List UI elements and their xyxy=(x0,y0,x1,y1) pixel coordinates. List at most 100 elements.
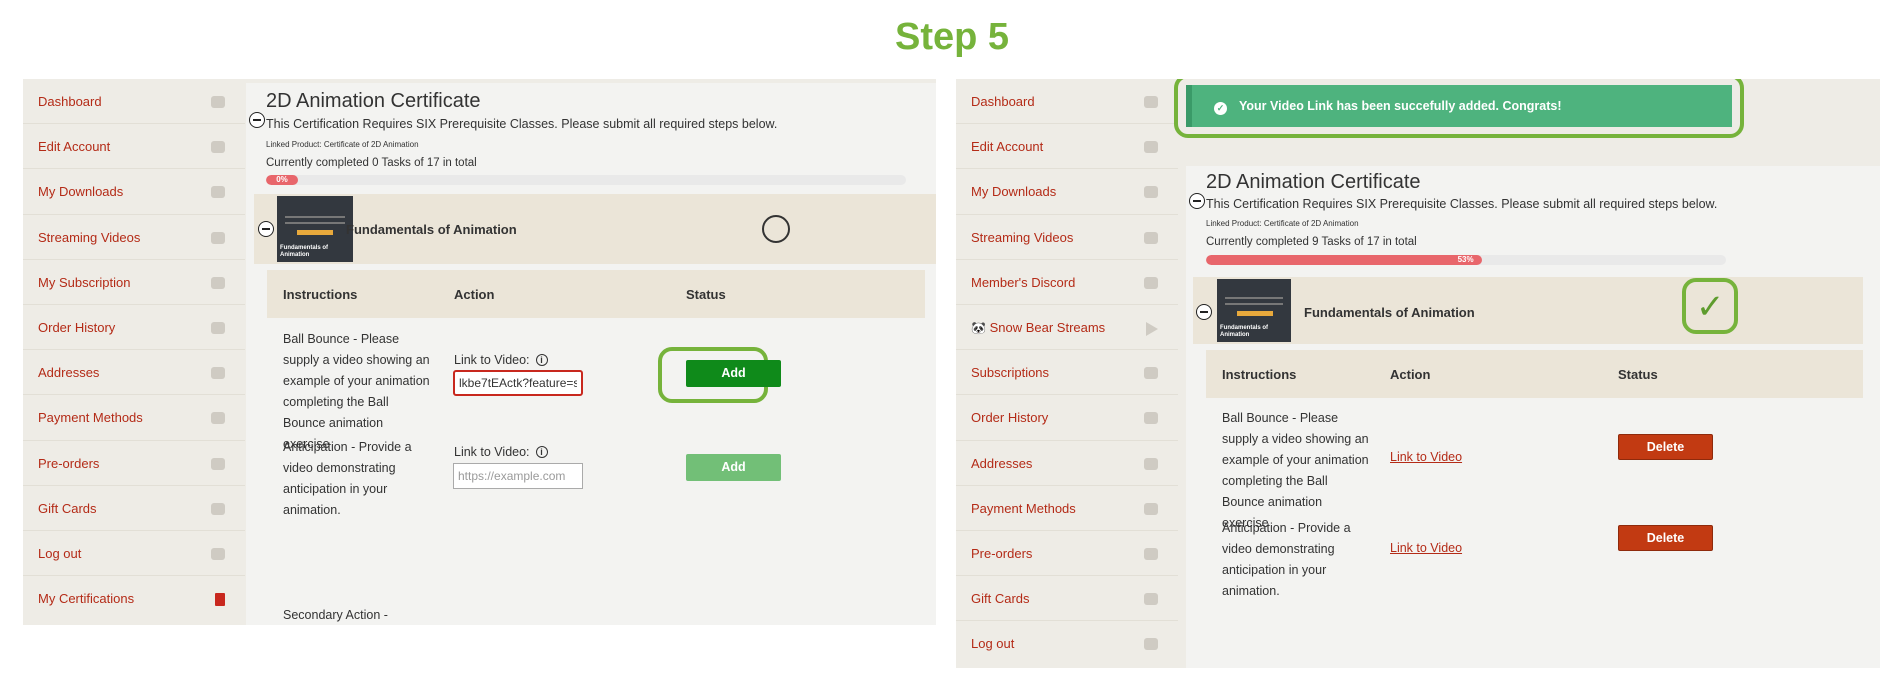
sidebar-item-member-s-discord[interactable]: Member's Discord xyxy=(956,260,1178,305)
sidebar-item-streaming-videos[interactable]: Streaming Videos xyxy=(956,215,1178,260)
product-thumbnail: Fundamentals of Animation xyxy=(277,196,353,262)
row-instructions: Ball Bounce - Please supply a video show… xyxy=(1222,411,1369,530)
sidebar-item-pre-orders[interactable]: Pre-orders xyxy=(23,441,245,486)
sidebar-item-label: My Certifications xyxy=(38,591,135,607)
product-name: Fundamentals of Animation xyxy=(346,222,517,237)
sidebar-item-label: Snow Bear Streams xyxy=(989,319,1106,335)
collapse-product-icon[interactable] xyxy=(1196,304,1212,320)
sidebar-item-label: Edit Account xyxy=(971,139,1044,155)
progress-fill: 53% xyxy=(1206,255,1482,265)
basket-icon xyxy=(211,321,225,334)
sidebar-item-payment-methods[interactable]: Payment Methods xyxy=(23,395,245,441)
sidebar-item-label: Member's Discord xyxy=(971,274,1076,290)
play-icon xyxy=(1146,321,1158,336)
sidebar-item-order-history[interactable]: Order History xyxy=(956,395,1178,441)
sidebar-item-label: My Subscription xyxy=(38,274,131,290)
sidebar-item-label: Dashboard xyxy=(38,94,102,109)
sidebar-item-streaming-videos[interactable]: Streaming Videos xyxy=(23,215,245,260)
alert-text: Your Video Link has been succefully adde… xyxy=(1239,99,1562,113)
sidebar-item-addresses[interactable]: Addresses xyxy=(956,441,1178,486)
success-alert: ✓ Your Video Link has been succefully add… xyxy=(1186,85,1732,127)
sidebar-item-subscriptions[interactable]: Subscriptions xyxy=(956,350,1178,396)
cert-description: This Certification Requires SIX Prerequi… xyxy=(1206,197,1718,211)
status-complete-icon: ✓ xyxy=(1696,288,1725,326)
home-icon xyxy=(211,367,225,380)
progress-bar: 53% xyxy=(1206,255,1726,265)
account-sidebar: Dashboard Edit Account My Downloads Streami… xyxy=(956,79,1178,666)
cloud-download-icon xyxy=(1144,186,1158,199)
header-action: Action xyxy=(454,287,495,302)
linked-product: Linked Product: Certificate of 2D Animat… xyxy=(1206,219,1359,228)
sidebar-item-my-downloads[interactable]: My Downloads xyxy=(23,169,245,215)
left-screenshot-panel: Dashboard Edit Account My Downloads Streami… xyxy=(23,79,936,625)
link-label: Link to Video: i xyxy=(454,445,548,459)
sidebar-item-label: Streaming Videos xyxy=(38,229,141,245)
collapse-product-icon[interactable] xyxy=(258,221,274,237)
home-icon xyxy=(1144,457,1158,470)
sidebar-item-snow-bear-streams[interactable]: 🐼 Snow Bear Streams xyxy=(956,305,1178,351)
product-thumbnail: Fundamentals of Animation xyxy=(1217,279,1291,342)
completed-count: Currently completed 0 Tasks of 17 in tot… xyxy=(266,157,477,169)
sign-out-icon xyxy=(1144,638,1158,651)
sidebar-item-addresses[interactable]: Addresses xyxy=(23,350,245,396)
header-status: Status xyxy=(686,287,726,302)
product-row[interactable]: Fundamentals of Animation Fundamentals o… xyxy=(254,194,936,264)
cert-description: This Certification Requires SIX Prerequi… xyxy=(266,117,778,131)
sidebar-item-my-certifications[interactable]: My Certifications xyxy=(23,576,245,621)
progress-bar: 0% xyxy=(266,175,906,185)
sidebar-item-edit-account[interactable]: Edit Account xyxy=(23,124,245,170)
sidebar-item-pre-orders[interactable]: Pre-orders xyxy=(956,531,1178,577)
header-status: Status xyxy=(1618,367,1658,382)
cloud-download-icon xyxy=(211,186,225,199)
collapse-icon[interactable] xyxy=(249,112,265,128)
step-title: Step 5 xyxy=(894,16,1010,58)
video-url-input[interactable] xyxy=(453,463,583,489)
collapse-icon[interactable] xyxy=(1189,193,1205,209)
info-icon[interactable]: i xyxy=(535,354,548,366)
cert-title: 2D Animation Certificate xyxy=(1206,171,1421,193)
link-label: Link to Video: i xyxy=(454,353,548,367)
sidebar-item-edit-account[interactable]: Edit Account xyxy=(956,124,1178,170)
delete-button[interactable]: Delete xyxy=(1618,525,1713,551)
sidebar-item-label: Addresses xyxy=(38,365,100,381)
info-icon[interactable]: i xyxy=(535,446,548,458)
credit-card-icon xyxy=(211,412,225,425)
sidebar-item-my-subscription[interactable]: My Subscription xyxy=(23,260,245,305)
sidebar-item-log-out[interactable]: Log out xyxy=(23,531,245,577)
clock-icon xyxy=(211,457,225,470)
delete-button[interactable]: Delete xyxy=(1618,434,1713,460)
sidebar-item-label: Gift Cards xyxy=(38,500,97,516)
add-button[interactable]: Add xyxy=(686,360,781,387)
gift-icon xyxy=(1144,593,1158,606)
sidebar-item-my-downloads[interactable]: My Downloads xyxy=(956,169,1178,215)
panda-emoji-icon: 🐼 xyxy=(971,320,986,335)
sidebar-item-gift-cards[interactable]: Gift Cards xyxy=(23,486,245,531)
document-icon xyxy=(215,593,225,607)
gift-icon xyxy=(211,502,225,515)
sidebar-item-payment-methods[interactable]: Payment Methods xyxy=(956,486,1178,531)
user-icon xyxy=(1144,141,1158,154)
video-url-input[interactable] xyxy=(453,370,583,396)
sidebar-item-label: Dashboard xyxy=(971,94,1035,109)
sidebar-item-label: Log out xyxy=(971,636,1015,652)
row-instructions: Anticipation - Provide a video demonstra… xyxy=(1222,521,1351,598)
add-button[interactable]: Add xyxy=(686,454,781,481)
sidebar-item-dashboard[interactable]: Dashboard xyxy=(23,79,245,125)
sidebar-item-log-out[interactable]: Log out xyxy=(956,621,1178,666)
video-link[interactable]: Link to Video xyxy=(1390,450,1462,464)
row-instructions: Anticipation - Provide a video demonstra… xyxy=(283,440,412,517)
sidebar-item-label: My Downloads xyxy=(38,184,124,200)
product-row[interactable]: Fundamentals of Animation Fundamentals o… xyxy=(1193,277,1863,344)
progress-fill: 0% xyxy=(266,175,298,185)
sidebar-item-label: Subscriptions xyxy=(971,365,1050,381)
sidebar-item-gift-cards[interactable]: Gift Cards xyxy=(956,576,1178,622)
user-icon xyxy=(211,141,225,154)
product-name: Fundamentals of Animation xyxy=(1304,305,1475,320)
certification-main: 2D Animation Certificate This Certificat… xyxy=(246,83,936,625)
row-instructions: Secondary Action - Provide an xyxy=(283,608,388,622)
sidebar-item-order-history[interactable]: Order History xyxy=(23,305,245,351)
header-instructions: Instructions xyxy=(283,287,358,302)
sidebar-item-dashboard[interactable]: Dashboard xyxy=(956,79,1178,125)
video-link[interactable]: Link to Video xyxy=(1390,541,1462,555)
dashboard-icon xyxy=(1144,96,1158,108)
